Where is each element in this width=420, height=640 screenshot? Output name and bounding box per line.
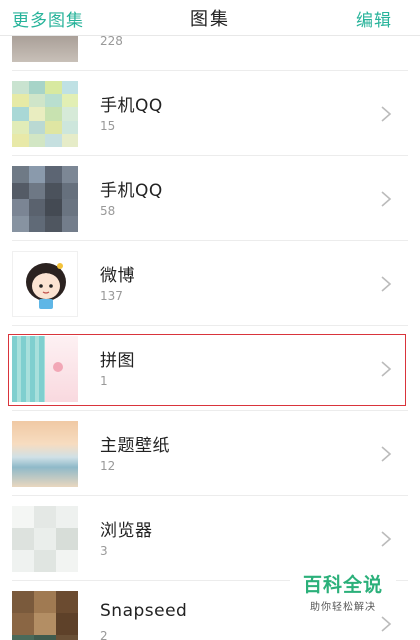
- album-count: 228: [100, 34, 123, 48]
- chevron-right-icon: [381, 446, 392, 462]
- album-row[interactable]: 主题壁纸 12: [0, 411, 420, 496]
- album-thumbnail: [12, 506, 78, 572]
- album-list: 228 手机QQ 15 手机QQ 58 微博 137 拼图 1 主题壁纸 12 …: [0, 0, 420, 640]
- album-thumbnail: [12, 166, 78, 232]
- album-name: 手机QQ: [100, 181, 163, 201]
- album-thumbnail: [12, 251, 78, 317]
- cartoon-girl-icon: [26, 263, 66, 309]
- chevron-right-icon: [381, 361, 392, 377]
- chevron-right-icon: [381, 106, 392, 122]
- page-title: 图集: [190, 8, 230, 30]
- album-row[interactable]: 拼图 1: [0, 326, 420, 411]
- album-count: 3: [100, 544, 108, 558]
- watermark-title: 百科全说: [302, 574, 383, 596]
- chevron-right-icon: [381, 191, 392, 207]
- album-count: 2: [100, 629, 108, 640]
- album-name: 微博: [100, 266, 135, 286]
- album-count: 15: [100, 119, 116, 133]
- album-count: 137: [100, 289, 123, 303]
- edit-button[interactable]: 编辑: [356, 6, 392, 31]
- album-name: 浏览器: [100, 521, 153, 541]
- chevron-right-icon: [381, 531, 392, 547]
- album-count: 58: [100, 204, 116, 218]
- watermark-subtitle: 助你轻松解决: [310, 602, 376, 613]
- album-thumbnail: [12, 336, 78, 402]
- album-count: 12: [100, 459, 116, 473]
- album-count: 1: [100, 374, 108, 388]
- album-name: 主题壁纸: [100, 436, 170, 456]
- album-row[interactable]: 手机QQ 15: [0, 71, 420, 156]
- chevron-right-icon: [381, 276, 392, 292]
- album-name: 手机QQ: [100, 96, 163, 116]
- album-thumbnail: [12, 591, 78, 640]
- watermark-logo: 百科全说 助你轻松解决: [290, 566, 396, 616]
- album-row[interactable]: 手机QQ 58: [0, 156, 420, 241]
- album-thumbnail: [12, 81, 78, 147]
- album-name: 拼图: [100, 351, 135, 371]
- album-row[interactable]: 微博 137: [0, 241, 420, 326]
- album-thumbnail: [12, 421, 78, 487]
- top-bar: 更多图集 图集 编辑: [0, 0, 420, 36]
- more-albums-button[interactable]: 更多图集: [12, 6, 84, 31]
- chevron-right-icon: [381, 616, 392, 632]
- album-name: Snapseed: [100, 601, 188, 621]
